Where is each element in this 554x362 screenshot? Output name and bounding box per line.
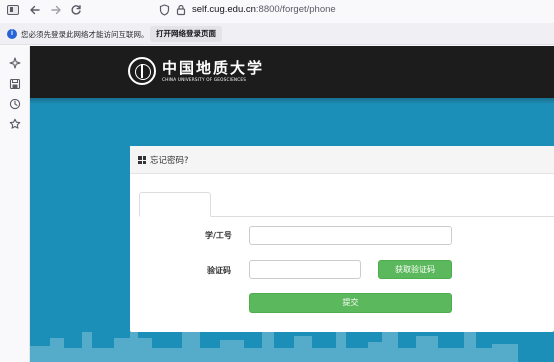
- open-login-page-button[interactable]: 打开网络登录页面: [150, 26, 222, 42]
- get-code-button[interactable]: 获取验证码: [378, 260, 452, 279]
- page-viewport: 中国地质大学 CHINA UNIVERSITY OF GEOSCIENCES 忘…: [30, 46, 554, 362]
- reload-icon[interactable]: [69, 2, 83, 18]
- url-bar[interactable]: self.cug.edu.cn:8800/forget/phone: [192, 4, 336, 15]
- verification-code-label: 验证码: [207, 266, 231, 275]
- tab-divider: [211, 216, 554, 217]
- submit-button[interactable]: 提交: [249, 293, 452, 313]
- ai-sparkle-icon[interactable]: [8, 56, 22, 70]
- forward-arrow-icon[interactable]: [49, 2, 63, 18]
- browser-toolbar: self.cug.edu.cn:8800/forget/phone: [0, 0, 554, 22]
- save-page-icon[interactable]: [8, 77, 22, 91]
- card-title: 忘记密码?: [150, 156, 189, 166]
- site-header: 中国地质大学 CHINA UNIVERSITY OF GEOSCIENCES: [30, 46, 554, 98]
- captive-portal-notification: i 您必须先登录此网络才能访问互联网。 打开网络登录页面: [0, 23, 554, 45]
- forgot-password-card: 忘记密码? 学/工号 验证码 获取验证码 提交: [130, 146, 554, 332]
- tab-phone[interactable]: [139, 192, 211, 217]
- shield-icon[interactable]: [158, 2, 170, 18]
- logo-name-cn: 中国地质大学: [162, 59, 265, 77]
- student-id-label: 学/工号: [205, 231, 232, 240]
- student-id-input[interactable]: [249, 226, 452, 245]
- back-arrow-icon[interactable]: [28, 2, 42, 18]
- verification-code-input[interactable]: [249, 260, 361, 279]
- logo-name-en: CHINA UNIVERSITY OF GEOSCIENCES: [162, 77, 247, 82]
- info-icon: i: [7, 29, 17, 39]
- bookmark-star-icon[interactable]: [8, 117, 22, 131]
- url-host: self.cug.edu.cn: [192, 4, 256, 15]
- card-header: 忘记密码?: [130, 146, 554, 174]
- university-emblem-icon: [128, 57, 156, 85]
- browser-sidebar: [0, 46, 30, 362]
- url-path: :8800/forget/phone: [255, 4, 336, 15]
- notification-message: 您必须先登录此网络才能访问互联网。: [21, 30, 149, 39]
- history-clock-icon[interactable]: [8, 97, 22, 111]
- sidebar-toggle-icon[interactable]: [5, 2, 21, 18]
- university-logo[interactable]: 中国地质大学 CHINA UNIVERSITY OF GEOSCIENCES: [128, 57, 264, 85]
- lock-icon[interactable]: [175, 2, 187, 18]
- header-divider: [30, 98, 554, 104]
- grid-icon: [138, 156, 146, 164]
